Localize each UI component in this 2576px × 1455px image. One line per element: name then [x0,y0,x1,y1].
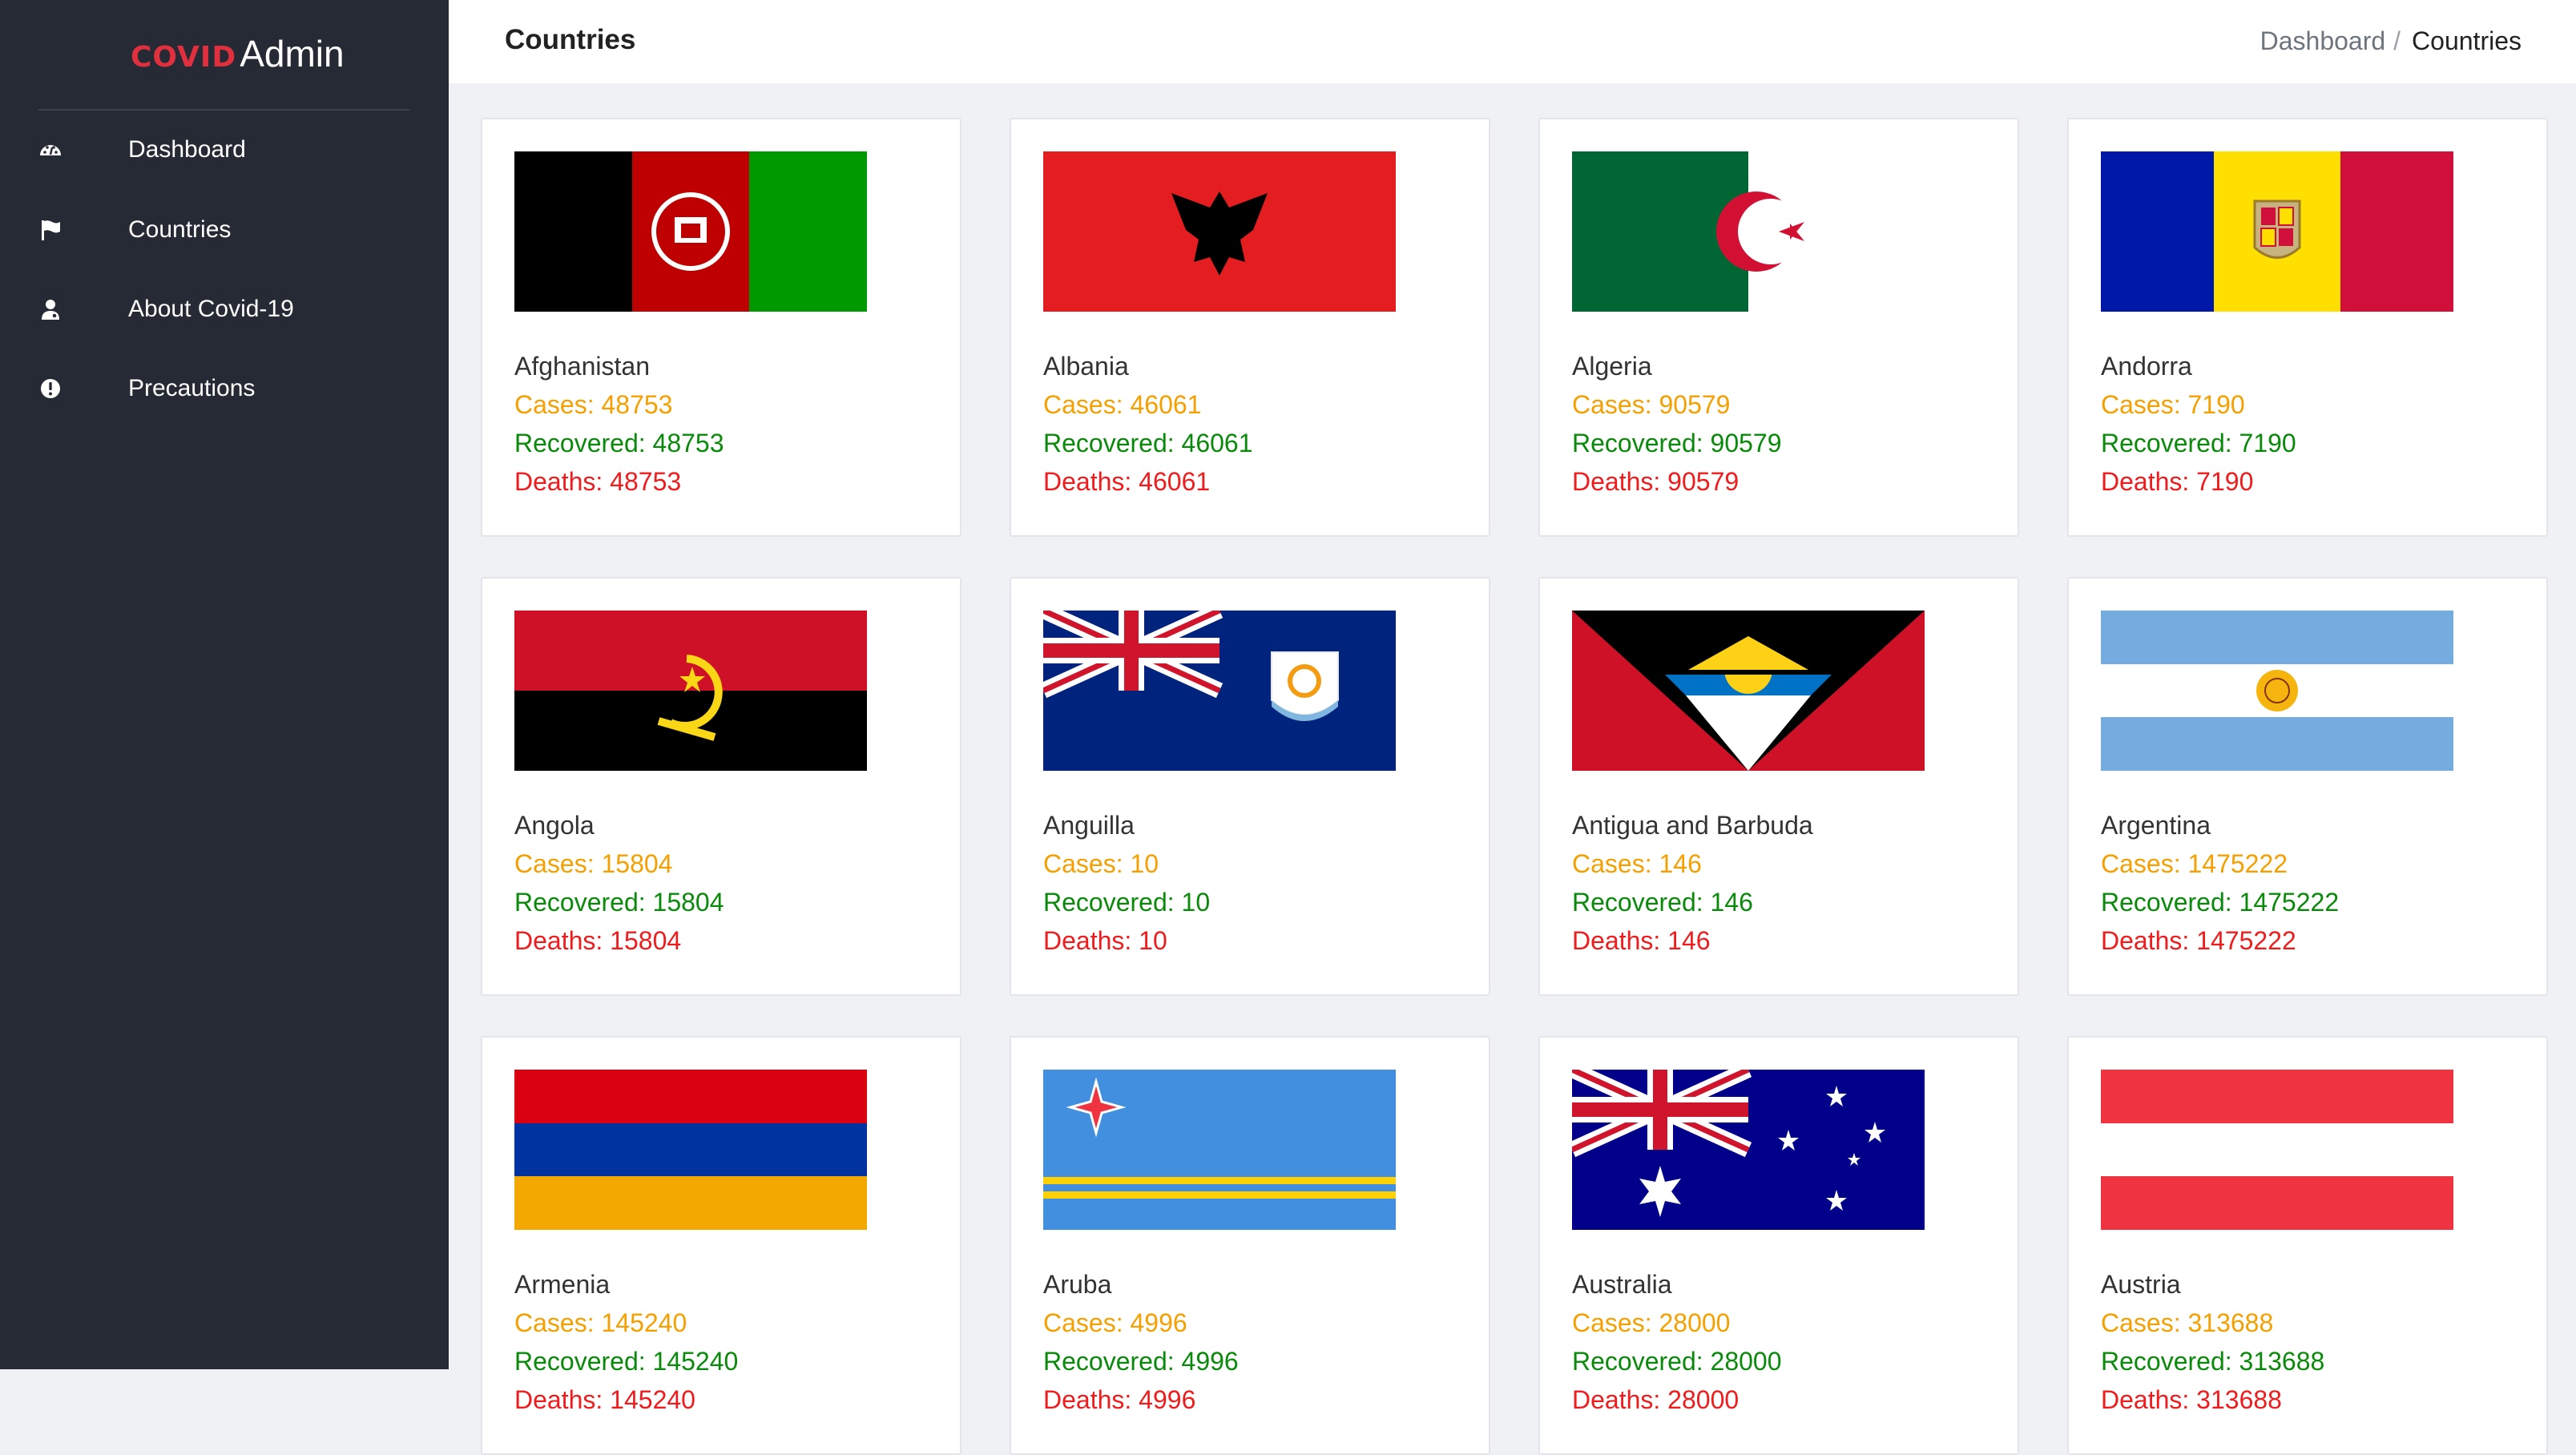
country-deaths: Deaths: 145240 [514,1385,695,1414]
country-deaths: Deaths: 28000 [1572,1385,1740,1414]
brand-suffix: Admin [240,33,345,75]
country-recovered: Recovered: 28000 [1572,1347,1782,1376]
country-name: Anguilla [1043,811,1135,840]
country-cases: Cases: 4996 [1043,1308,1187,1337]
exclamation-circle-icon [37,375,64,402]
country-recovered: Recovered: 146 [1572,888,1753,917]
country-recovered: Recovered: 145240 [514,1347,739,1376]
country-cases: Cases: 90579 [1572,390,1731,419]
country-card-antigua-and-barbuda[interactable]: Antigua and Barbuda Cases: 146 Recovered… [1538,577,2019,996]
country-card-algeria[interactable]: Algeria Cases: 90579 Recovered: 90579 De… [1538,118,2019,537]
country-card-angola[interactable]: Angola Cases: 15804 Recovered: 15804 Dea… [481,577,961,996]
country-name: Armenia [514,1270,611,1299]
country-cases: Cases: 15804 [514,849,673,878]
country-deaths: Deaths: 146 [1572,926,1711,955]
country-cases: Cases: 48753 [514,390,673,419]
country-recovered: Recovered: 90579 [1572,429,1782,457]
sidebar-item-about[interactable]: About Covid-19 [0,273,449,345]
algeria-flag-icon [1572,151,1925,312]
sidebar: COVID Admin Dashboard Countries About Co… [0,0,449,1369]
country-recovered: Recovered: 48753 [514,429,724,457]
antigua-and-barbuda-flag-icon [1572,611,1925,771]
country-deaths: Deaths: 46061 [1043,467,1211,496]
sidebar-item-countries[interactable]: Countries [0,194,449,266]
argentina-flag-icon [2101,611,2453,771]
afghanistan-flag-icon [514,151,867,312]
country-recovered: Recovered: 10 [1043,888,1211,917]
country-deaths: Deaths: 10 [1043,926,1167,955]
country-card-aruba[interactable]: Aruba Cases: 4996 Recovered: 4996 Deaths… [1010,1036,1490,1455]
breadcrumb-current: Countries [2412,26,2522,55]
armenia-flag-icon [514,1070,867,1230]
country-cases: Cases: 1475222 [2101,849,2288,878]
country-name: Albania [1043,352,1129,381]
country-deaths: Deaths: 1475222 [2101,926,2296,955]
country-recovered: Recovered: 15804 [514,888,724,917]
dashboard-icon [37,136,64,163]
sidebar-item-dashboard[interactable]: Dashboard [0,114,449,186]
country-deaths: Deaths: 48753 [514,467,682,496]
country-recovered: Recovered: 46061 [1043,429,1253,457]
sidebar-item-label: About Covid-19 [128,296,294,322]
angola-flag-icon [514,611,867,771]
top-header: Countries Dashboard / Countries [449,0,2576,83]
brand-prefix: COVID [131,41,237,74]
andorra-flag-icon [2101,151,2453,312]
australia-flag-icon [1572,1070,1925,1230]
sidebar-item-label: Dashboard [128,136,246,163]
breadcrumb: Dashboard / Countries [2260,26,2522,56]
country-cases: Cases: 46061 [1043,390,1202,419]
flag-icon [37,216,64,244]
user-doctor-icon [37,296,64,323]
sidebar-item-precautions[interactable]: Precautions [0,353,449,425]
country-name: Algeria [1572,352,1652,381]
anguilla-flag-icon [1043,611,1396,771]
country-recovered: Recovered: 313688 [2101,1347,2325,1376]
country-card-albania[interactable]: Albania Cases: 46061 Recovered: 46061 De… [1010,118,1490,537]
country-recovered: Recovered: 1475222 [2101,888,2340,917]
country-deaths: Deaths: 313688 [2101,1385,2282,1414]
country-card-andorra[interactable]: Andorra Cases: 7190 Recovered: 7190 Deat… [2067,118,2548,537]
country-cases: Cases: 145240 [514,1308,687,1337]
page-title: Countries [505,24,636,55]
country-deaths: Deaths: 4996 [1043,1385,1196,1414]
country-card-armenia[interactable]: Armenia Cases: 145240 Recovered: 145240 … [481,1036,961,1455]
country-name: Austria [2101,1270,2181,1299]
country-deaths: Deaths: 7190 [2101,467,2254,496]
country-name: Andorra [2101,352,2192,381]
country-name: Australia [1572,1270,1672,1299]
sidebar-item-label: Precautions [128,375,256,401]
country-name: Argentina [2101,811,2211,840]
country-recovered: Recovered: 7190 [2101,429,2296,457]
breadcrumb-separator: / [2393,26,2401,55]
country-deaths: Deaths: 15804 [514,926,682,955]
country-cases: Cases: 146 [1572,849,1702,878]
country-recovered: Recovered: 4996 [1043,1347,1239,1376]
country-card-australia[interactable]: Australia Cases: 28000 Recovered: 28000 … [1538,1036,2019,1455]
country-name: Angola [514,811,595,840]
sidebar-item-label: Countries [128,216,232,243]
country-cases: Cases: 7190 [2101,390,2245,419]
austria-flag-icon [2101,1070,2453,1230]
country-cases: Cases: 10 [1043,849,1159,878]
country-name: Afghanistan [514,352,651,381]
albania-flag-icon [1043,151,1396,312]
aruba-flag-icon [1043,1070,1396,1230]
brand-divider [38,109,409,111]
country-cases: Cases: 28000 [1572,1308,1731,1337]
country-card-afghanistan[interactable]: Afghanistan Cases: 48753 Recovered: 4875… [481,118,961,537]
country-cases: Cases: 313688 [2101,1308,2274,1337]
country-name: Antigua and Barbuda [1572,811,1813,840]
country-deaths: Deaths: 90579 [1572,467,1740,496]
country-card-argentina[interactable]: Argentina Cases: 1475222 Recovered: 1475… [2067,577,2548,996]
country-card-austria[interactable]: Austria Cases: 313688 Recovered: 313688 … [2067,1036,2548,1455]
country-name: Aruba [1043,1270,1112,1299]
brand-logo[interactable]: COVID Admin [131,32,345,80]
breadcrumb-dashboard-link[interactable]: Dashboard [2260,26,2386,56]
country-card-anguilla[interactable]: Anguilla Cases: 10 Recovered: 10 Deaths:… [1010,577,1490,996]
